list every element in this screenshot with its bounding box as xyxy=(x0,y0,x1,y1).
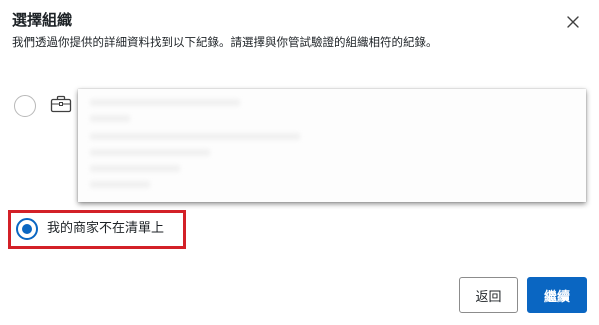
close-button[interactable] xyxy=(563,12,583,32)
back-button[interactable]: 返回 xyxy=(459,277,518,313)
dialog-subtitle: 我們透過你提供的詳細資料找到以下紀錄。請選擇與你管試驗證的組織相符的紀錄。 xyxy=(12,35,438,49)
organization-record-card[interactable] xyxy=(78,89,586,202)
redacted-line xyxy=(90,99,240,106)
redacted-line xyxy=(90,165,180,172)
redacted-line xyxy=(90,133,300,140)
select-organization-dialog: 選擇組織 我們透過你提供的詳細資料找到以下紀錄。請選擇與你管試驗證的組織相符的紀… xyxy=(0,0,599,325)
briefcase-icon xyxy=(50,95,72,113)
business-not-listed-label[interactable]: 我的商家不在清單上 xyxy=(47,221,164,237)
business-not-listed-radio[interactable] xyxy=(16,218,38,240)
dialog-title: 選擇組織 xyxy=(12,11,73,29)
redacted-line xyxy=(90,181,150,188)
close-icon xyxy=(567,16,579,28)
radio-selected-dot xyxy=(22,224,32,234)
continue-button[interactable]: 繼續 xyxy=(527,277,587,313)
redacted-line xyxy=(90,149,210,156)
redacted-line xyxy=(90,115,130,122)
organization-radio[interactable] xyxy=(14,95,36,117)
